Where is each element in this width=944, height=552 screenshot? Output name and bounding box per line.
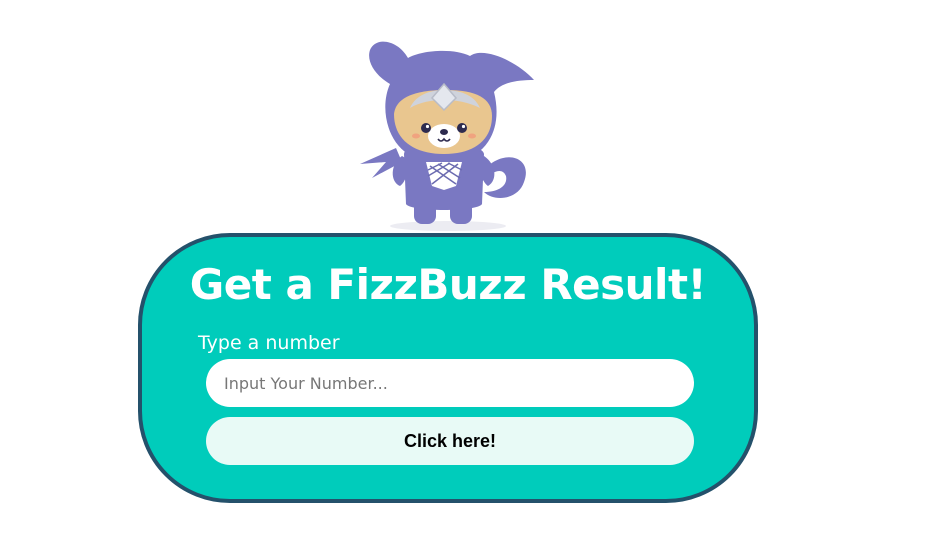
fizzbuzz-card: Get a FizzBuzz Result! Type a number Cli… — [138, 233, 758, 503]
number-input-label: Type a number — [198, 332, 340, 354]
page: Get a FizzBuzz Result! Type a number Cli… — [0, 0, 944, 552]
ninja-dog-mascot-icon — [360, 41, 534, 231]
click-here-button[interactable]: Click here! — [206, 417, 694, 465]
page-title: Get a FizzBuzz Result! — [189, 260, 707, 309]
number-input[interactable] — [206, 359, 694, 407]
